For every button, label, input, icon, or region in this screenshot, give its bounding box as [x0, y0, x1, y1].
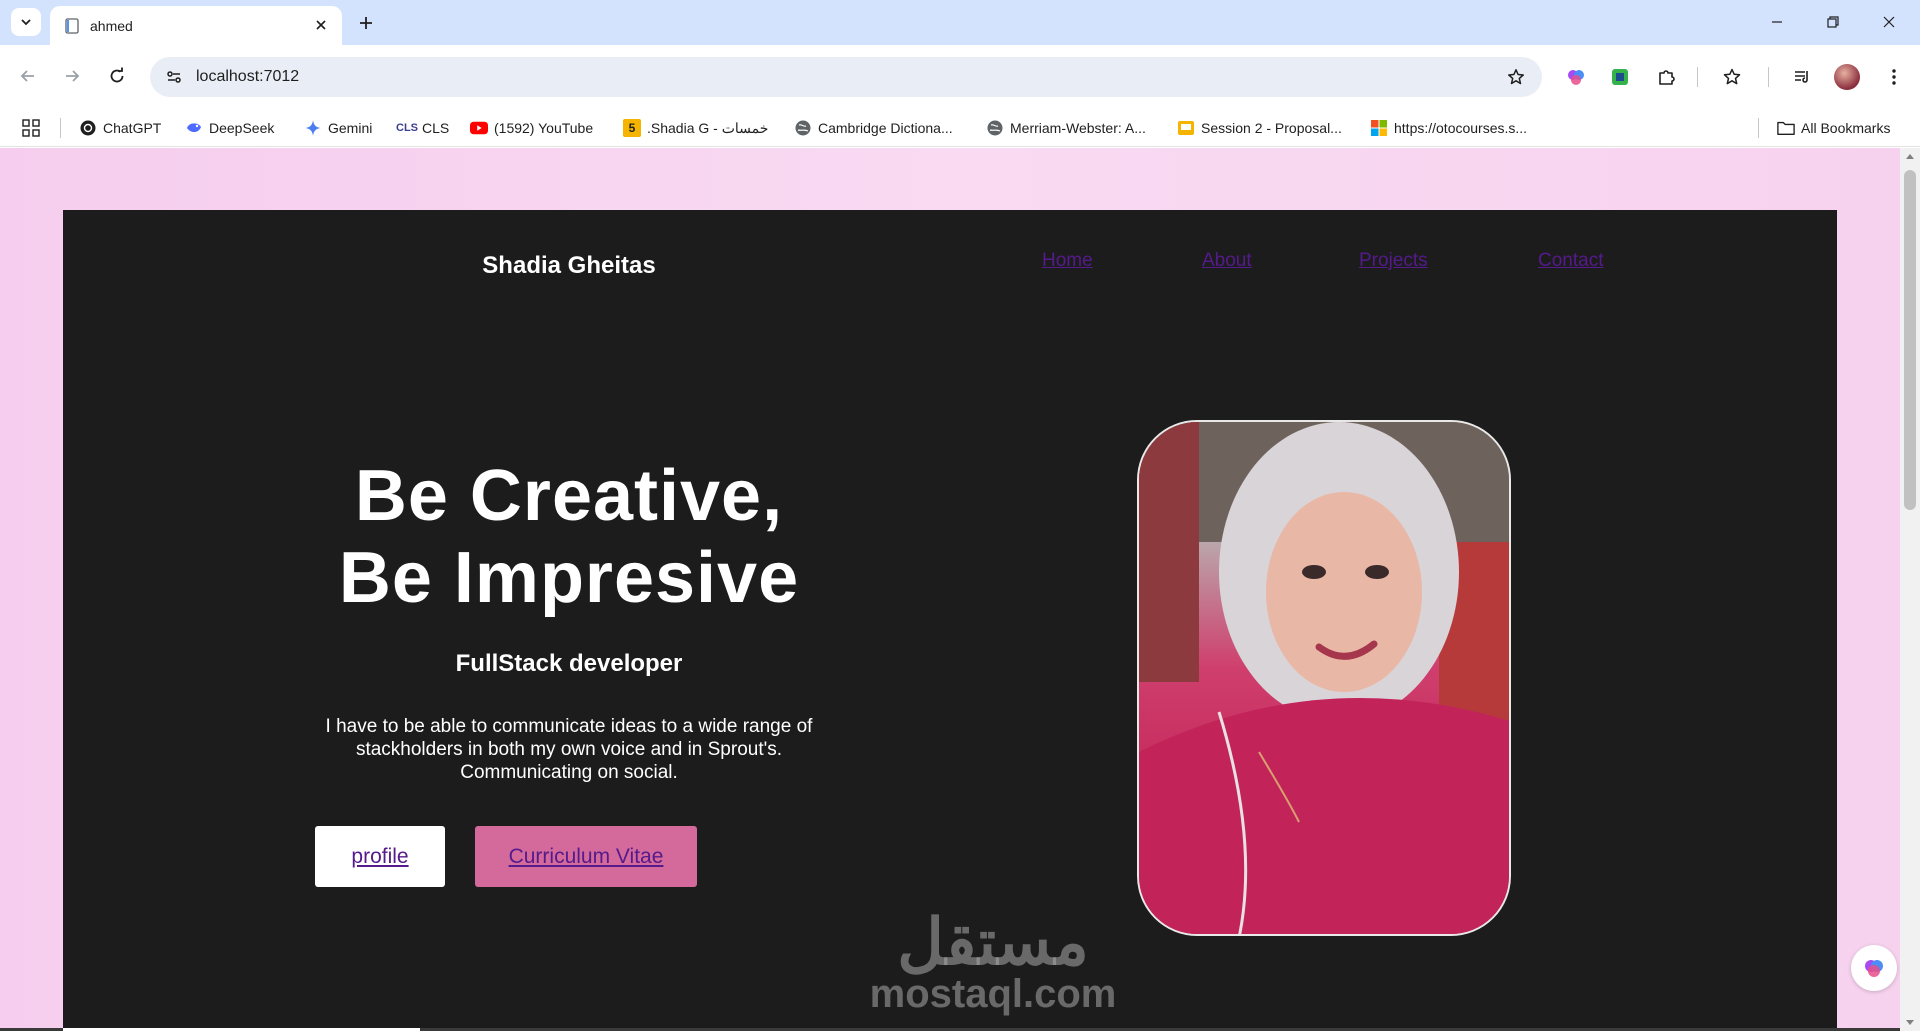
chevron-down-icon [21, 19, 31, 26]
nav-link-projects[interactable]: Projects [1359, 250, 1428, 272]
minimize-icon [1772, 21, 1782, 23]
slides-icon [1177, 119, 1195, 137]
hero-section: Shadia Gheitas Home About Projects Conta… [63, 210, 1837, 1031]
close-window-button[interactable] [1866, 8, 1912, 36]
arrow-right-icon [66, 70, 80, 82]
restore-button[interactable] [1810, 8, 1856, 36]
globe-icon [986, 119, 1004, 137]
chatgpt-icon [79, 119, 97, 137]
hero-subtitle: FullStack developer [455, 650, 683, 677]
tab-title: ahmed [90, 18, 133, 34]
watermark-latin: mostaql.com [869, 972, 1117, 1016]
url-text: localhost:7012 [196, 68, 300, 85]
browser-tab[interactable]: ahmed [50, 6, 342, 45]
watermark-arabic: مستقل [897, 906, 1089, 978]
back-button[interactable] [12, 60, 44, 92]
close-icon [1883, 16, 1895, 28]
tab-strip: ahmed [0, 0, 1920, 45]
profile-avatar[interactable] [1834, 64, 1860, 90]
tab-search-button[interactable] [11, 8, 41, 36]
minimize-button[interactable] [1754, 8, 1800, 36]
profile-button[interactable]: profile [315, 826, 445, 887]
curriculum-vitae-button[interactable]: Curriculum Vitae [475, 826, 697, 887]
khamsat-icon: 5 [623, 119, 641, 137]
bookmark-cls[interactable]: CLS CLS [396, 117, 449, 139]
hero-title: Be Creative, Be Impresive [219, 455, 919, 619]
scroll-down-arrow-icon[interactable] [1906, 1020, 1914, 1025]
favorites-star-icon[interactable] [1718, 63, 1746, 91]
nav-link-home[interactable]: Home [1042, 250, 1093, 272]
hero-description-line: I have to be able to communicate ideas t… [325, 716, 813, 737]
site-info-icon[interactable] [160, 63, 188, 91]
bookmarks-divider [60, 118, 61, 138]
forward-button[interactable] [56, 60, 88, 92]
assistant-floating-button[interactable] [1851, 945, 1897, 991]
page-icon [65, 18, 79, 34]
brain-icon [1865, 960, 1883, 977]
plus-icon [360, 17, 372, 29]
bookmarks-divider [1758, 118, 1759, 138]
youtube-icon [470, 119, 488, 137]
bookmark-chatgpt[interactable]: ChatGPT [79, 117, 161, 139]
browser-toolbar: localhost:7012 [0, 45, 1920, 107]
nav-link-contact[interactable]: Contact [1538, 250, 1603, 272]
page-viewport: Shadia Gheitas Home About Projects Conta… [0, 148, 1920, 1031]
deepseek-icon [185, 119, 203, 137]
reload-button[interactable] [101, 60, 133, 92]
hero-description-line: Communicating on social. [460, 762, 678, 783]
menu-kebab-icon[interactable] [1880, 63, 1908, 91]
bookmark-otocourses[interactable]: https://otocourses.s... [1370, 117, 1527, 139]
bookmark-star-icon[interactable] [1502, 63, 1530, 91]
site-brand: Shadia Gheitas [482, 252, 656, 279]
bookmark-merriam-webster[interactable]: Merriam-Webster: A... [986, 117, 1146, 139]
close-tab-icon[interactable] [312, 16, 330, 34]
profile-photo [1137, 420, 1511, 936]
hero-description: I have to be able to communicate ideas t… [239, 715, 899, 784]
media-controls-icon[interactable] [1788, 63, 1816, 91]
brain-extension-icon[interactable] [1562, 63, 1590, 91]
cls-icon: CLS [396, 122, 418, 134]
address-bar[interactable]: localhost:7012 [150, 57, 1542, 97]
green-extension-icon[interactable] [1606, 63, 1634, 91]
scroll-up-arrow-icon[interactable] [1906, 154, 1914, 159]
bookmark-cambridge[interactable]: Cambridge Dictiona... [794, 117, 953, 139]
folder-icon [1777, 119, 1795, 137]
nav-link-about[interactable]: About [1202, 250, 1252, 272]
toolbar-divider [1768, 67, 1769, 87]
bookmark-gemini[interactable]: Gemini [304, 117, 372, 139]
arrow-left-icon [20, 70, 34, 82]
reload-icon [110, 67, 124, 83]
hero-title-line-2: Be Impresive [338, 538, 800, 618]
hero-description-line: stackholders in both my own voice and in… [355, 739, 783, 760]
bookmark-session-proposal[interactable]: Session 2 - Proposal... [1177, 117, 1342, 139]
vertical-scrollbar[interactable] [1900, 148, 1920, 1031]
bookmarks-bar: ChatGPT DeepSeek Gemini CLS CLS (1592) Y… [0, 107, 1920, 147]
hero-title-line-1: Be Creative, [354, 456, 784, 536]
bookmark-khamsat[interactable]: 5 .Shadia G - خمسات [623, 117, 768, 139]
mostaql-watermark: مستقل mostaql.com [843, 910, 1143, 1014]
globe-icon [794, 119, 812, 137]
bookmark-deepseek[interactable]: DeepSeek [185, 117, 274, 139]
scrollbar-thumb[interactable] [1904, 170, 1916, 510]
microsoft-icon [1370, 119, 1388, 137]
all-bookmarks-folder[interactable]: All Bookmarks [1777, 117, 1890, 139]
profile-photo-illustration [1139, 422, 1509, 934]
toolbar-divider [1697, 67, 1698, 87]
bookmark-youtube[interactable]: (1592) YouTube [470, 117, 593, 139]
gemini-icon [304, 119, 322, 137]
extensions-puzzle-icon[interactable] [1652, 63, 1680, 91]
restore-icon [1827, 16, 1839, 28]
apps-grid-icon[interactable] [22, 117, 40, 139]
new-tab-button[interactable] [353, 10, 379, 36]
